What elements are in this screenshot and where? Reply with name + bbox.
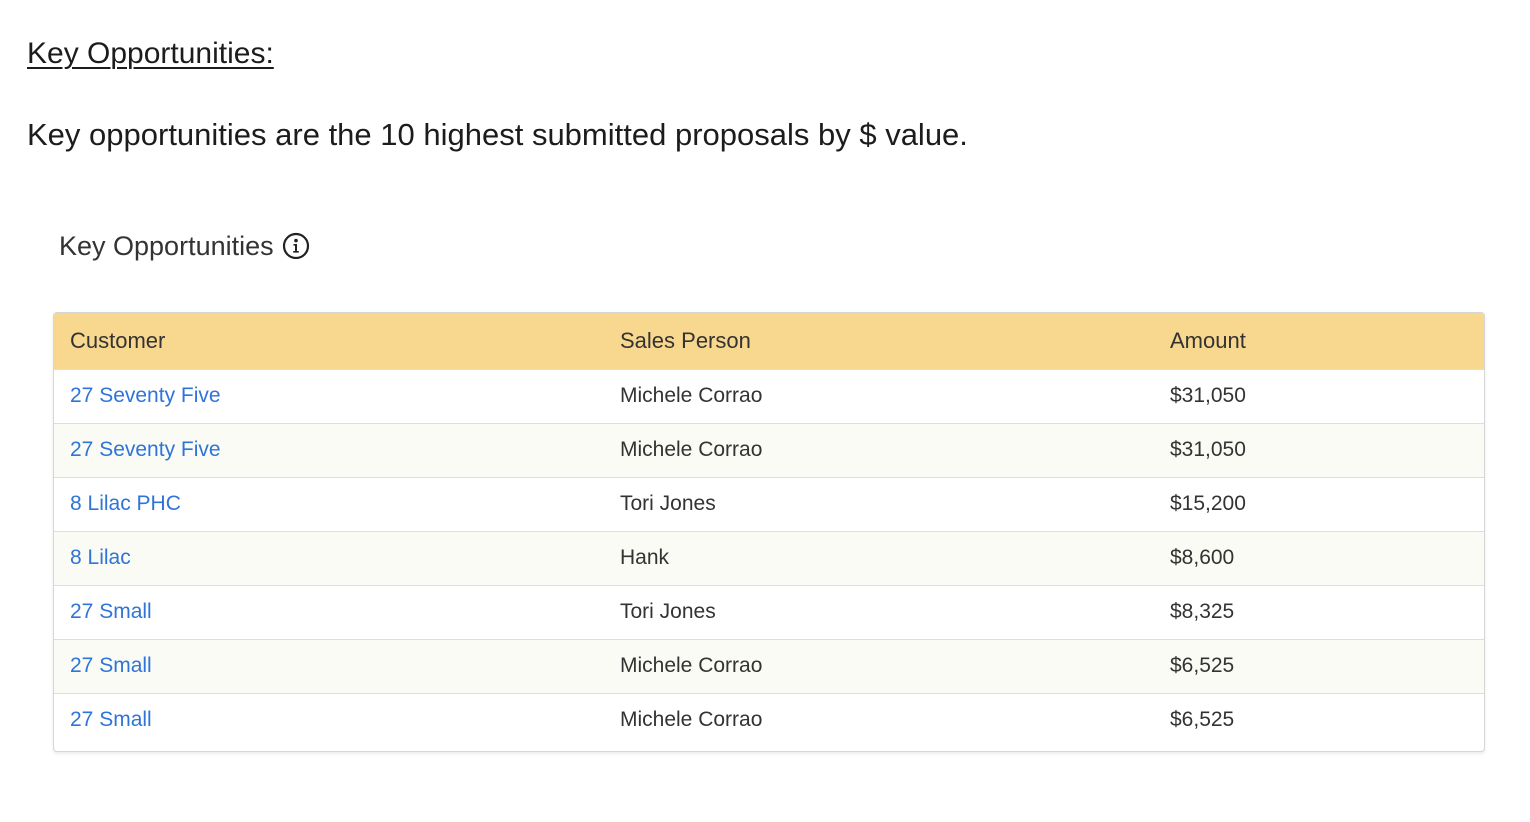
customer-cell: 8 Lilac [54, 531, 604, 585]
key-opportunities-table: Customer Sales Person Amount 27 Seventy … [53, 312, 1485, 752]
customer-link[interactable]: 27 Small [70, 654, 152, 677]
amount-cell: $8,600 [1170, 546, 1235, 569]
opportunities-table: Customer Sales Person Amount 27 Seventy … [54, 313, 1484, 747]
customer-cell: 27 Seventy Five [54, 423, 604, 477]
customer-link[interactable]: 8 Lilac [70, 546, 131, 569]
sales-person-cell: Michele Corrao [620, 438, 763, 461]
sales-person-cell: Hank [620, 546, 670, 569]
column-header-amount[interactable]: Amount [1154, 313, 1484, 369]
table-row: 27 Seventy Five Michele Corrao $31,050 [54, 369, 1484, 423]
amount-cell: $31,050 [1170, 438, 1246, 461]
customer-link[interactable]: 8 Lilac PHC [70, 492, 181, 515]
sales-person-cell: Tori Jones [620, 492, 716, 515]
section-heading: Key Opportunities: [27, 37, 274, 70]
widget-title: Key Opportunities [59, 230, 274, 261]
table-row: 27 Seventy Five Michele Corrao $31,050 [54, 423, 1484, 477]
sales-person-cell: Tori Jones [620, 600, 716, 623]
amount-cell: $6,525 [1170, 654, 1235, 677]
amount-cell: $31,050 [1170, 384, 1246, 407]
customer-link[interactable]: 27 Small [70, 600, 152, 623]
column-header-sales-person[interactable]: Sales Person [604, 313, 1154, 369]
column-header-customer[interactable]: Customer [54, 313, 604, 369]
sales-person-cell: Michele Corrao [620, 708, 763, 732]
table-row: 8 Lilac Hank $8,600 [54, 531, 1484, 585]
table-header-row: Customer Sales Person Amount [54, 313, 1484, 369]
info-circle-icon[interactable] [282, 232, 310, 260]
customer-cell: 27 Small [54, 639, 604, 693]
amount-cell: $8,325 [1170, 600, 1235, 623]
sales-person-cell: Michele Corrao [620, 384, 763, 407]
sales-person-cell: Michele Corrao [620, 654, 763, 677]
table-row: 27 Small Michele Corrao $6,525 [54, 693, 1484, 747]
amount-cell: $15,200 [1170, 492, 1246, 515]
customer-link[interactable]: 27 Seventy Five [70, 438, 221, 461]
customer-cell: 8 Lilac PHC [54, 477, 604, 531]
table-row: 8 Lilac PHC Tori Jones $15,200 [54, 477, 1484, 531]
table-row: 27 Small Michele Corrao $6,525 [54, 639, 1484, 693]
section-description: Key opportunities are the 10 highest sub… [27, 117, 968, 152]
customer-cell: 27 Small [54, 585, 604, 639]
customer-link[interactable]: 27 Seventy Five [70, 384, 221, 407]
widget-header: Key Opportunities [59, 227, 310, 265]
customer-cell: 27 Seventy Five [54, 369, 604, 423]
customer-cell: 27 Small [54, 693, 604, 747]
customer-link[interactable]: 27 Small [70, 708, 152, 731]
table-row: 27 Small Tori Jones $8,325 [54, 585, 1484, 639]
amount-cell: $6,525 [1170, 708, 1235, 732]
